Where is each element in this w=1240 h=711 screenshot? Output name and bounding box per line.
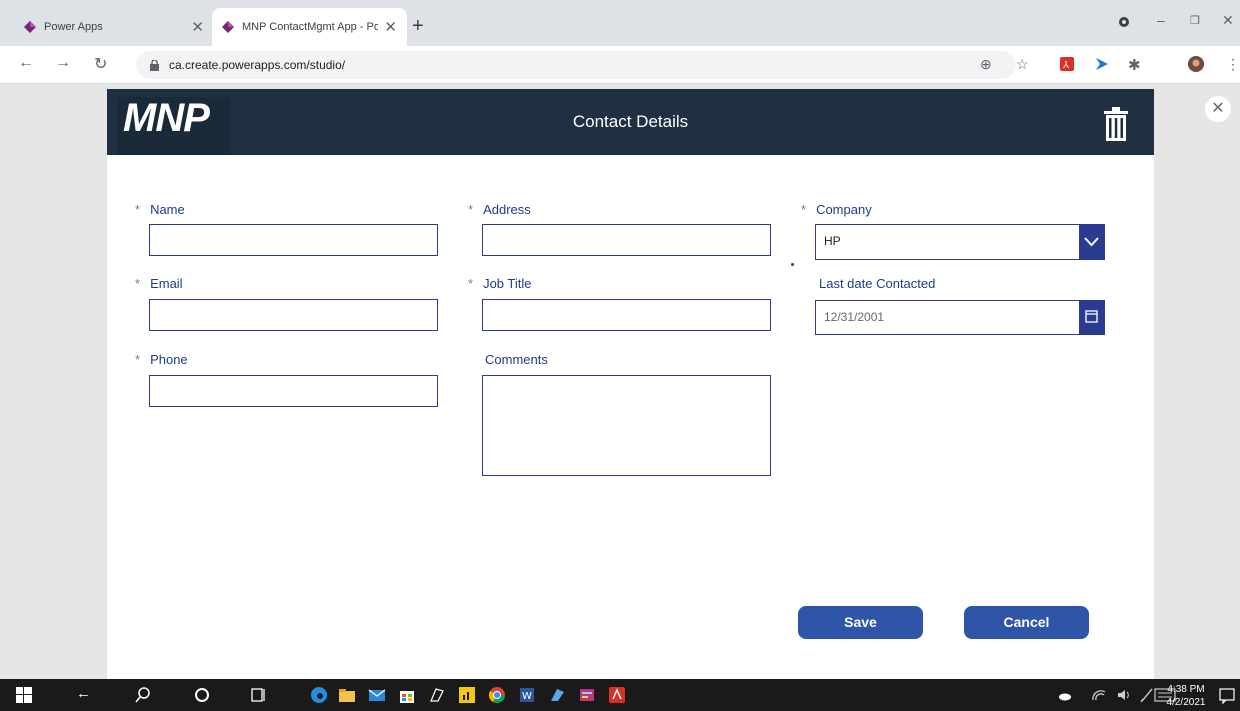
- chevron-down-icon: [1084, 237, 1099, 247]
- cortana-icon[interactable]: [193, 686, 211, 704]
- wifi-icon[interactable]: [1090, 686, 1108, 704]
- browser-menu-icon[interactable]: ⋮: [1226, 56, 1240, 73]
- close-tab-icon[interactable]: ✕: [191, 18, 204, 36]
- acrobat-icon[interactable]: [608, 686, 626, 704]
- extensions-puzzle-icon[interactable]: ✱: [1128, 56, 1141, 74]
- name-label: * Name: [135, 202, 185, 217]
- address-input[interactable]: [482, 224, 771, 256]
- forward-icon[interactable]: →: [55, 54, 71, 72]
- restore-icon[interactable]: ❐: [1190, 14, 1200, 27]
- tab-title: Power Apps: [44, 21, 103, 33]
- power-apps-icon: [24, 21, 36, 33]
- dropdown-toggle[interactable]: [1079, 225, 1104, 259]
- email-label: * Email: [135, 276, 183, 291]
- browser-tab-power-apps[interactable]: Power Apps ✕: [14, 8, 214, 46]
- app-header: MNP Contact Details: [107, 89, 1154, 155]
- profile-avatar[interactable]: [1188, 56, 1204, 72]
- close-app-icon[interactable]: ✕: [1205, 96, 1231, 122]
- selection-dot: [791, 263, 794, 266]
- back-icon[interactable]: ←: [18, 54, 34, 72]
- browser-tab-bar: Power Apps ✕ MNP ContactMgmt App - Pow ✕…: [0, 0, 1240, 46]
- last-contacted-label: Last date Contacted: [819, 276, 936, 291]
- last-contacted-datepicker[interactable]: 12/31/2001: [815, 300, 1105, 335]
- app-blue-icon[interactable]: [548, 686, 566, 704]
- windows-taskbar: ← W 4:38 PM 4/2/2021: [0, 679, 1240, 711]
- clock-time: 4:38 PM: [1167, 684, 1205, 695]
- company-dropdown[interactable]: HP: [815, 224, 1105, 260]
- company-selected-value: HP: [824, 234, 841, 248]
- feedback-icon[interactable]: [428, 686, 446, 704]
- job-title-label: * Job Title: [468, 276, 532, 291]
- minimize-icon[interactable]: –: [1157, 12, 1165, 28]
- trash-icon[interactable]: [1103, 107, 1129, 141]
- bookmark-star-icon[interactable]: ☆: [1016, 56, 1029, 73]
- store-icon[interactable]: [398, 686, 416, 704]
- power-apps-icon: [222, 21, 234, 33]
- comments-label: Comments: [485, 352, 548, 367]
- address-bar[interactable]: ca.create.powerapps.com/studio/: [136, 51, 1016, 79]
- app-viewport: ✕ MNP Contact Details * Name * Email * Phon…: [0, 84, 1240, 679]
- phone-input[interactable]: [149, 375, 438, 407]
- comments-textarea[interactable]: [482, 375, 771, 476]
- pdf-extension-icon[interactable]: ⅄: [1060, 57, 1074, 71]
- file-explorer-icon[interactable]: [338, 686, 356, 704]
- word-icon[interactable]: W: [518, 686, 536, 704]
- mail-icon[interactable]: [368, 686, 386, 704]
- close-tab-icon[interactable]: ✕: [384, 18, 397, 36]
- last-contacted-value: 12/31/2001: [824, 310, 885, 324]
- new-tab-button[interactable]: +: [412, 15, 424, 38]
- cancel-button[interactable]: Cancel: [964, 606, 1089, 639]
- extension-arrow-icon[interactable]: [1096, 58, 1108, 70]
- reload-icon[interactable]: ↻: [94, 54, 107, 74]
- url-text: ca.create.powerapps.com/studio/: [169, 58, 346, 72]
- browser-tab-mnp-app[interactable]: MNP ContactMgmt App - Pow ✕: [212, 8, 407, 46]
- email-input[interactable]: [149, 299, 438, 331]
- back-arrow-icon[interactable]: ←: [76, 685, 94, 703]
- profile-menu-icon[interactable]: [1118, 16, 1130, 28]
- calendar-button[interactable]: [1079, 301, 1104, 334]
- phone-label: * Phone: [135, 352, 188, 367]
- browser-toolbar: ← → ↻ ca.create.powerapps.com/studio/ ⊕ …: [0, 46, 1240, 84]
- calendar-icon: [1085, 310, 1098, 323]
- save-button[interactable]: Save: [798, 606, 923, 639]
- notification-icon[interactable]: [1218, 686, 1236, 704]
- name-input[interactable]: [149, 224, 438, 256]
- search-icon[interactable]: [134, 686, 152, 704]
- page-title: Contact Details: [572, 112, 689, 131]
- windows-start-icon[interactable]: [16, 687, 34, 705]
- power-bi-icon[interactable]: [458, 686, 476, 704]
- lock-icon: [150, 59, 159, 71]
- svg-text:⅄: ⅄: [1063, 60, 1070, 71]
- app-canvas: MNP Contact Details * Name * Email * Phone …: [107, 89, 1154, 679]
- onedrive-icon[interactable]: [1056, 686, 1074, 704]
- clock-date: 4/2/2021: [1166, 697, 1206, 708]
- zoom-icon[interactable]: ⊕: [980, 56, 992, 73]
- edge-icon[interactable]: [310, 686, 328, 704]
- svg-text:W: W: [522, 691, 532, 702]
- job-title-input[interactable]: [482, 299, 771, 331]
- task-view-icon[interactable]: [250, 686, 268, 704]
- address-label: * Address: [468, 202, 531, 217]
- system-clock[interactable]: 4:38 PM 4/2/2021: [1158, 683, 1214, 709]
- chrome-icon[interactable]: [488, 686, 506, 704]
- tab-title: MNP ContactMgmt App - Pow: [242, 21, 379, 33]
- dashboard-app-icon[interactable]: [578, 686, 596, 704]
- volume-icon[interactable]: [1115, 686, 1133, 704]
- company-label: * Company: [801, 202, 872, 217]
- close-window-icon[interactable]: ✕: [1222, 12, 1234, 29]
